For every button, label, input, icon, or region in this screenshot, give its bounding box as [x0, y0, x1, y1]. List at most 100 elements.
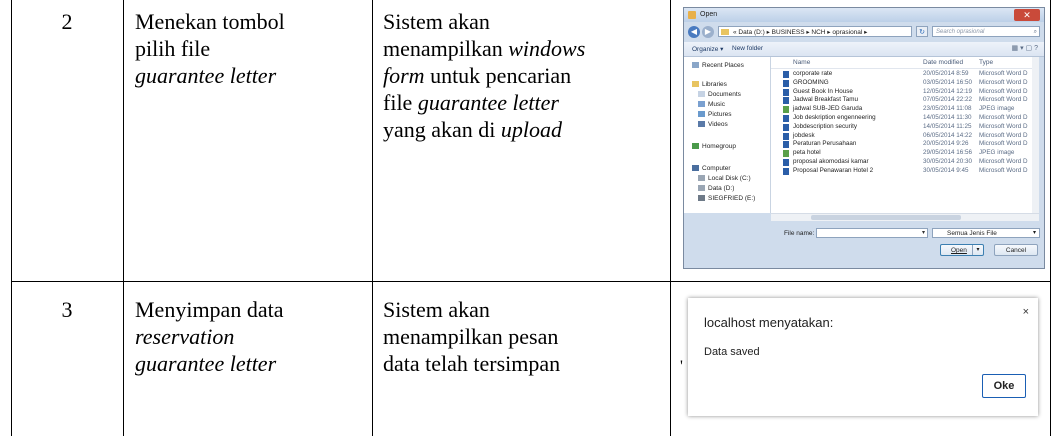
- file-row[interactable]: Jobdescription security 14/05/2014 11:25 M…: [771, 123, 1039, 132]
- homegroup-icon: [692, 143, 699, 150]
- table-border-col1: [123, 0, 124, 436]
- nav-item-libraries[interactable]: Libraries: [692, 81, 727, 88]
- row-number: 3: [61, 297, 73, 322]
- file-type-select[interactable]: Semua Jenis File ▾: [932, 228, 1040, 238]
- new-folder-button[interactable]: New folder: [732, 45, 763, 52]
- nav-item-videos[interactable]: Videos: [698, 121, 728, 128]
- file-name-label: File name:: [784, 230, 815, 237]
- table-border-col3: [670, 0, 671, 436]
- word-doc-icon: [783, 115, 789, 122]
- computer-icon: [692, 165, 699, 172]
- nav-item-siegfried[interactable]: SIEGFRIED (E:): [698, 195, 755, 202]
- address-bar[interactable]: « Data (D:) ▸ BUSINESS ▸ NCH ▸ oprasiona…: [718, 26, 912, 37]
- word-doc-icon: [783, 167, 789, 175]
- file-row[interactable]: jadwal SUB-JED Garuda 23/05/2014 11:08 JPE…: [771, 105, 1039, 114]
- recent-places-icon: [692, 62, 699, 69]
- action-text: reservation: [135, 324, 235, 349]
- nav-item-music[interactable]: Music: [698, 101, 725, 108]
- drive-icon: [698, 175, 705, 182]
- file-row[interactable]: Proposal Penawaran Hotel 2 30/05/2014 9:4…: [771, 167, 1039, 176]
- nav-item-local-disk[interactable]: Local Disk (C:): [698, 175, 751, 182]
- file-list: Name Date modified Type corporate rate 20…: [771, 57, 1039, 213]
- file-row[interactable]: corporate rate 20/05/2014 8:59 Microsoft W…: [771, 70, 1039, 79]
- row-divider: [11, 281, 1051, 282]
- file-row[interactable]: Job deskription engenneering 14/05/2014 1…: [771, 114, 1039, 123]
- address-row: ◀ ▶ « Data (D:) ▸ BUSINESS ▸ NCH ▸ opras…: [684, 24, 1044, 40]
- search-input[interactable]: Search oprasional ⌕: [932, 26, 1040, 37]
- vertical-scrollbar[interactable]: [1032, 57, 1039, 213]
- scrollbar-thumb[interactable]: [811, 215, 961, 220]
- navigation-pane: Recent Places Libraries Documents Music …: [684, 57, 771, 213]
- row-action: Menekan tombol pilih file guarantee lett…: [135, 8, 370, 89]
- row-result: Sistem akan menampilkan pesan data telah…: [383, 296, 668, 377]
- chevron-down-icon: ▾: [1032, 230, 1036, 236]
- nav-item-data-drive[interactable]: Data (D:): [698, 185, 734, 192]
- forward-button[interactable]: ▶: [702, 26, 714, 38]
- result-text: data telah tersimpan: [383, 351, 561, 376]
- back-button[interactable]: ◀: [688, 26, 700, 38]
- search-icon: ⌕: [1033, 29, 1037, 35]
- nav-item-recent-places[interactable]: Recent Places: [692, 62, 744, 69]
- nav-item-homegroup[interactable]: Homegroup: [692, 143, 736, 150]
- word-doc-icon: [783, 141, 789, 149]
- cancel-button[interactable]: Cancel: [994, 244, 1038, 256]
- word-doc-icon: [783, 88, 789, 96]
- libraries-icon: [692, 81, 699, 88]
- chevron-down-icon[interactable]: ▾: [922, 229, 925, 236]
- column-date-modified[interactable]: Date modified: [923, 59, 963, 66]
- file-name-input[interactable]: ▾: [816, 228, 928, 238]
- organize-button[interactable]: Organize ▾: [692, 45, 723, 53]
- row-action: Menyimpan data reservation guarantee let…: [135, 296, 370, 377]
- pictures-icon: [698, 111, 705, 118]
- table-border-col2: [372, 0, 373, 436]
- refresh-button[interactable]: ↻: [916, 26, 928, 37]
- file-row[interactable]: peta hotel 29/05/2014 16:56 JPEG image: [771, 149, 1039, 158]
- nav-item-documents[interactable]: Documents: [698, 91, 741, 98]
- word-doc-icon: [783, 123, 789, 131]
- word-doc-icon: [783, 159, 789, 166]
- folder-icon: [721, 29, 729, 35]
- alert-title: localhost menyatakan:: [704, 315, 834, 330]
- action-text: Menekan tombol: [135, 9, 285, 34]
- alert-message: Data saved: [704, 346, 760, 358]
- chevron-down-icon[interactable]: ▾: [972, 245, 983, 255]
- action-text: pilih file: [135, 36, 211, 61]
- stray-mark: ': [680, 358, 683, 375]
- result-text: menampilkan windows: [383, 36, 586, 61]
- file-row[interactable]: jobdesk 06/05/2014 14:22 Microsoft Word D: [771, 132, 1039, 141]
- nav-item-computer[interactable]: Computer: [692, 165, 731, 172]
- word-doc-icon: [783, 71, 789, 78]
- column-type[interactable]: Type: [979, 59, 993, 66]
- action-text: Menyimpan data: [135, 297, 284, 322]
- drive-icon: [698, 195, 705, 202]
- documents-icon: [698, 91, 705, 98]
- result-text: Sistem akan: [383, 9, 490, 34]
- videos-icon: [698, 121, 705, 128]
- dialog-title: Open: [700, 11, 718, 18]
- alert-dialog: localhost menyatakan: × Data saved Oke: [688, 298, 1038, 416]
- word-doc-icon: [783, 132, 789, 140]
- column-name[interactable]: Name: [793, 59, 810, 66]
- action-text: guarantee letter: [135, 351, 277, 376]
- word-doc-icon: [783, 79, 789, 87]
- file-row[interactable]: Guest Book In House 12/05/2014 12:19 Micro…: [771, 88, 1039, 97]
- nav-item-pictures[interactable]: Pictures: [698, 111, 731, 118]
- word-doc-icon: [783, 97, 789, 105]
- file-row[interactable]: GROOMING 03/05/2014 16:50 Microsoft Word D: [771, 79, 1039, 88]
- ok-button[interactable]: Oke: [982, 374, 1026, 398]
- music-icon: [698, 101, 705, 108]
- row-result: Sistem akan menampilkan windows form unt…: [383, 8, 668, 143]
- folder-icon: [688, 11, 696, 19]
- result-text: file guarantee letter: [383, 90, 559, 115]
- close-icon[interactable]: ×: [1023, 306, 1029, 318]
- horizontal-scrollbar[interactable]: [771, 213, 1039, 221]
- view-options-icon[interactable]: ▦ ▾ ▢ ?: [1012, 44, 1038, 52]
- close-button[interactable]: ✕: [1014, 9, 1040, 21]
- result-text: menampilkan pesan: [383, 324, 559, 349]
- open-button[interactable]: Open ▾: [940, 244, 984, 256]
- file-list-header: Name Date modified Type: [771, 57, 1039, 69]
- file-row[interactable]: proposal akomodasi kamar 30/05/2014 20:30…: [771, 158, 1039, 167]
- file-row[interactable]: Jadwal Breakfast Tamu 07/05/2014 22:22 Mic…: [771, 96, 1039, 105]
- table-border-left: [11, 0, 12, 436]
- file-row[interactable]: Peraturan Perusahaan 20/05/2014 9:26 Micro…: [771, 140, 1039, 149]
